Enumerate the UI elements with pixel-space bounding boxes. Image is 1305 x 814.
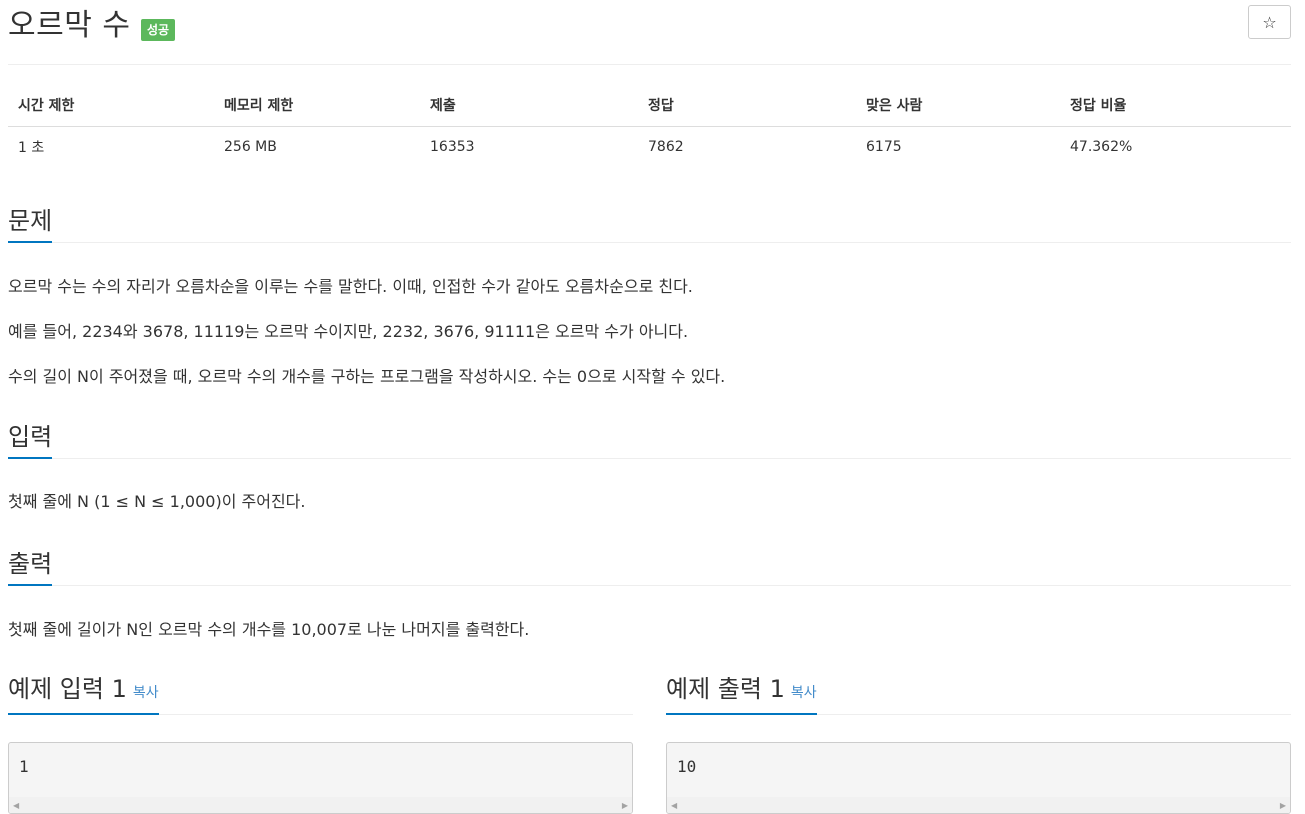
value-accept-ratio: 47.362%: [1070, 139, 1133, 155]
copy-sample-input-link[interactable]: 복사: [133, 685, 159, 701]
info-value-row: 1 초 256 MB 16353 7862 6175 47.362%: [8, 127, 1291, 168]
scroll-right-icon[interactable]: ▶: [622, 801, 628, 810]
output-section: 출력 첫째 줄에 길이가 N인 오르막 수의 개수를 10,007로 나눈 나머…: [8, 545, 1291, 639]
description-paragraph: 수의 길이 N이 주어졌을 때, 오르막 수의 개수를 구하는 프로그램을 작성…: [8, 367, 726, 386]
scroll-right-icon[interactable]: ▶: [1280, 801, 1286, 810]
input-section: 입력 첫째 줄에 N (1 ≤ N ≤ 1,000)이 주어진다.: [8, 418, 1291, 511]
header-time-limit: 시간 제한: [8, 84, 214, 127]
info-header-row: 시간 제한 메모리 제한 제출 정답 맞은 사람 정답 비율: [8, 84, 1291, 127]
copy-sample-output-link[interactable]: 복사: [791, 685, 817, 701]
sample-output-title-text: 예제 출력 1: [666, 675, 785, 703]
input-header: 입력: [8, 418, 1291, 459]
sample-output-box[interactable]: 10 ◀ ▶: [666, 742, 1291, 814]
sample-output-header: 예제 출력 1 복사: [666, 674, 1291, 715]
header-accept-ratio: 정답 비율: [1060, 84, 1291, 127]
sample-input-title: 예제 입력 1 복사: [8, 674, 159, 715]
status-badge: 성공: [141, 19, 176, 41]
sample-input-box[interactable]: 1 ◀ ▶: [8, 742, 633, 814]
value-submissions: 16353: [430, 139, 475, 155]
sample-output-text: 10: [677, 757, 697, 776]
problem-title: 오르막 수: [8, 8, 131, 43]
header-accepted: 정답: [638, 84, 856, 127]
header-submissions: 제출: [420, 84, 638, 127]
description-paragraph: 오르막 수는 수의 자리가 오름차순을 이루는 수를 말한다. 이때, 인접한 …: [8, 277, 693, 296]
header-memory-limit: 메모리 제한: [214, 84, 420, 127]
value-accepted: 7862: [648, 139, 684, 155]
sample-input-text: 1: [19, 757, 29, 776]
value-memory-limit: 256 MB: [224, 139, 277, 155]
problem-page: 오르막 수 성공 ☆ 시간 제한 메모리 제한 제출 정답 맞은 사람 정답 비…: [8, 0, 1291, 814]
value-solved-users: 6175: [866, 139, 902, 155]
value-time-limit: 1 초: [18, 140, 45, 156]
output-title: 출력: [8, 549, 53, 586]
input-description: 첫째 줄에 N (1 ≤ N ≤ 1,000)이 주어진다.: [8, 492, 306, 511]
sample-input-header: 예제 입력 1 복사: [8, 674, 633, 715]
sample-input-section: 예제 입력 1 복사 1 ◀ ▶: [8, 674, 633, 814]
description-paragraph: 예를 들어, 2234와 3678, 11119는 오르막 수이지만, 2232…: [8, 322, 689, 341]
star-icon: ☆: [1262, 12, 1277, 32]
scroll-left-icon[interactable]: ◀: [13, 801, 19, 810]
header-solved-users: 맞은 사람: [856, 84, 1060, 127]
problem-info-table: 시간 제한 메모리 제한 제출 정답 맞은 사람 정답 비율 1 초 256 M…: [8, 84, 1291, 167]
description-section: 문제 오르막 수는 수의 자리가 오름차순을 이루는 수를 말한다. 이때, 인…: [8, 202, 1291, 386]
favorite-button[interactable]: ☆: [1248, 5, 1291, 39]
input-title: 입력: [8, 422, 53, 459]
problem-header: 오르막 수 성공 ☆: [8, 0, 1291, 65]
sample-output-title: 예제 출력 1 복사: [666, 674, 817, 715]
output-header: 출력: [8, 545, 1291, 586]
description-header: 문제: [8, 202, 1291, 243]
sample-output-scrollbar[interactable]: ◀ ▶: [667, 797, 1290, 813]
sample-output-section: 예제 출력 1 복사 10 ◀ ▶: [666, 674, 1291, 814]
scroll-left-icon[interactable]: ◀: [671, 801, 677, 810]
sample-input-title-text: 예제 입력 1: [8, 675, 127, 703]
output-description: 첫째 줄에 길이가 N인 오르막 수의 개수를 10,007로 나눈 나머지를 …: [8, 620, 530, 639]
sample-input-scrollbar[interactable]: ◀ ▶: [9, 797, 632, 813]
description-title: 문제: [8, 206, 53, 243]
